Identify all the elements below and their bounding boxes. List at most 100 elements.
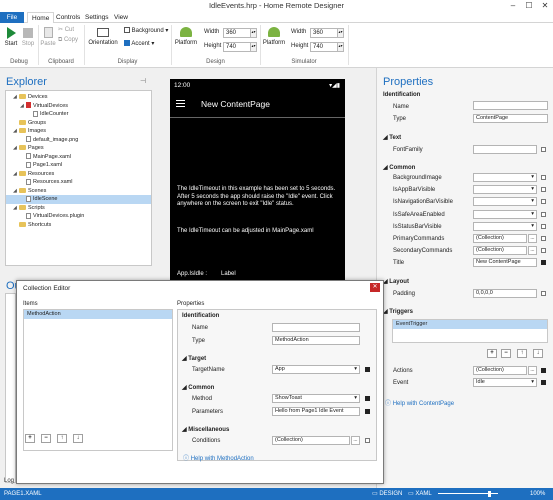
fontfamily-input[interactable] — [473, 145, 537, 154]
help-methodaction-link[interactable]: ⓘ Help with MethodAction — [183, 453, 254, 462]
list-item[interactable]: MethodAction — [24, 310, 172, 319]
move-down-button[interactable]: ↓ — [73, 434, 83, 443]
tree-item[interactable]: ◢ Scenes — [6, 187, 151, 196]
conditions-edit-button[interactable]: ... — [351, 436, 360, 445]
start-button[interactable]: Start — [3, 26, 19, 47]
property-value[interactable]: ▾ — [473, 197, 537, 207]
property-reset-checkbox[interactable] — [541, 236, 546, 241]
design-height-spinner[interactable]: ▴▾ — [251, 42, 257, 52]
collection-edit-button[interactable]: ... — [528, 234, 537, 243]
stop-button[interactable]: Stop — [20, 26, 36, 47]
tree-item[interactable]: ◢ Devices — [6, 93, 151, 102]
add-trigger-button[interactable]: + — [487, 349, 497, 358]
copy-button[interactable]: ⧉ Copy — [58, 37, 78, 44]
actions-edit-button[interactable]: ... — [528, 366, 537, 375]
tree-item[interactable]: ◢ Images — [6, 127, 151, 136]
triggers-section-header[interactable]: ◢ Triggers — [383, 308, 413, 315]
dlg-name-input[interactable] — [272, 323, 360, 332]
tree-item[interactable]: ◢ Pages — [6, 144, 151, 153]
tree-item[interactable]: Resources.xaml — [6, 178, 151, 187]
tree-item[interactable]: ◢ Resources — [6, 170, 151, 179]
property-reset-checkbox[interactable] — [541, 248, 546, 254]
fontfamily-reset-checkbox[interactable] — [541, 147, 546, 152]
remove-trigger-button[interactable]: − — [501, 349, 511, 358]
property-value[interactable]: ▾ — [473, 185, 537, 195]
tree-item[interactable]: Page1.xaml — [6, 161, 151, 170]
common-section-header[interactable]: ◢ Common — [383, 164, 415, 171]
targetname-binding-marker[interactable] — [365, 367, 370, 372]
phone-preview[interactable]: 12:00 ▾◢▮ New ContentPage The IdleTimeou… — [170, 79, 345, 289]
tree-item[interactable]: MainPage.xaml — [6, 153, 151, 162]
remove-item-button[interactable]: − — [41, 434, 51, 443]
orientation-button[interactable]: Orientation — [88, 26, 118, 46]
dlg-targetname-select[interactable]: App ▾ — [272, 365, 360, 374]
dlg-target-header[interactable]: ◢ Target — [182, 355, 206, 362]
explorer-pin-icon[interactable]: ⊣ — [140, 77, 146, 85]
simulator-platform-button[interactable]: Platform — [262, 26, 286, 46]
text-section-header[interactable]: ◢ Text — [383, 134, 401, 141]
dialog-close-button[interactable]: ✕ — [370, 283, 380, 292]
maximize-button[interactable]: ☐ — [521, 0, 537, 12]
property-reset-checkbox[interactable] — [541, 223, 546, 229]
dlg-parameters-input[interactable]: Hello from Page1 Idle Event — [272, 407, 360, 416]
tab-controls[interactable]: Controls — [52, 12, 84, 23]
sim-height-input[interactable]: 740 — [310, 42, 338, 52]
sim-width-input[interactable]: 360 — [310, 28, 338, 38]
design-width-input[interactable]: 360 — [223, 28, 251, 38]
minimize-button[interactable]: – — [505, 0, 521, 12]
property-value[interactable]: (Collection) — [473, 246, 527, 256]
hamburger-menu-icon[interactable] — [176, 100, 185, 107]
log-label[interactable]: Log — [4, 478, 14, 484]
move-up-button[interactable]: ↑ — [57, 434, 67, 443]
tree-item[interactable]: Shortcuts — [6, 221, 151, 230]
tab-file[interactable]: File — [0, 12, 24, 23]
tree-item[interactable]: ◢ VirtualDevices — [6, 102, 151, 111]
property-reset-checkbox[interactable] — [541, 199, 546, 205]
add-item-button[interactable]: + — [25, 434, 35, 443]
dlg-method-select[interactable]: ShowToast ▾ — [272, 394, 360, 403]
event-select[interactable]: Idle ▾ — [473, 378, 537, 387]
design-width-spinner[interactable]: ▴▾ — [251, 28, 257, 38]
property-reset-checkbox[interactable] — [541, 187, 546, 193]
move-trigger-down-button[interactable]: ↓ — [533, 349, 543, 358]
move-trigger-up-button[interactable]: ↑ — [517, 349, 527, 358]
paste-button[interactable]: Paste — [40, 26, 56, 47]
tab-view[interactable]: View — [110, 12, 132, 23]
property-reset-checkbox[interactable] — [541, 260, 546, 266]
event-binding-marker[interactable] — [541, 380, 546, 385]
tree-item[interactable]: IdleCounter — [6, 110, 151, 119]
trigger-item[interactable]: EventTrigger — [393, 320, 547, 329]
accent-dropdown[interactable]: Accent ▾ — [124, 40, 154, 47]
design-height-input[interactable]: 740 — [223, 42, 251, 52]
padding-reset-checkbox[interactable] — [541, 291, 546, 296]
property-value[interactable]: ▾ — [473, 221, 537, 231]
method-binding-marker[interactable] — [365, 396, 370, 401]
close-button[interactable]: ✕ — [537, 0, 553, 12]
tree-item[interactable]: Groups — [6, 119, 151, 128]
help-contentpage-link[interactable]: ⓘ Help with ContentPage — [385, 398, 454, 407]
property-value[interactable]: New ContentPage — [473, 258, 537, 268]
tree-item[interactable]: VirtualDevices.plugin — [6, 212, 151, 221]
tree-item[interactable]: ◢ Scripts — [6, 204, 151, 213]
parameters-binding-marker[interactable] — [365, 409, 370, 414]
name-input[interactable] — [473, 101, 548, 110]
background-dropdown[interactable]: Background ▾ — [124, 27, 168, 34]
padding-input[interactable]: 0,0,0,0 — [473, 289, 537, 298]
dlg-misc-header[interactable]: ◢ Miscellaneous — [182, 426, 229, 433]
sim-height-spinner[interactable]: ▴▾ — [338, 42, 344, 52]
design-view-toggle[interactable]: ▭ DESIGN — [372, 488, 402, 500]
property-value[interactable]: ▾ — [473, 209, 537, 219]
dlg-common-header[interactable]: ◢ Common — [182, 384, 214, 391]
layout-section-header[interactable]: ◢ Layout — [383, 278, 409, 285]
property-value[interactable]: ▾ — [473, 173, 537, 182]
collection-edit-button[interactable]: ... — [528, 246, 537, 256]
zoom-slider-thumb[interactable] — [488, 491, 491, 497]
tree-item[interactable]: default_image.png — [6, 136, 151, 145]
conditions-reset-checkbox[interactable] — [365, 438, 370, 443]
tab-home[interactable]: Home — [27, 12, 55, 23]
tree-item[interactable]: IdleScene — [6, 195, 151, 204]
cut-button[interactable]: ✂ Cut — [58, 26, 74, 33]
tab-settings[interactable]: Settings — [81, 12, 113, 23]
property-value[interactable]: (Collection) — [473, 234, 527, 243]
actions-binding-marker[interactable] — [541, 368, 546, 373]
